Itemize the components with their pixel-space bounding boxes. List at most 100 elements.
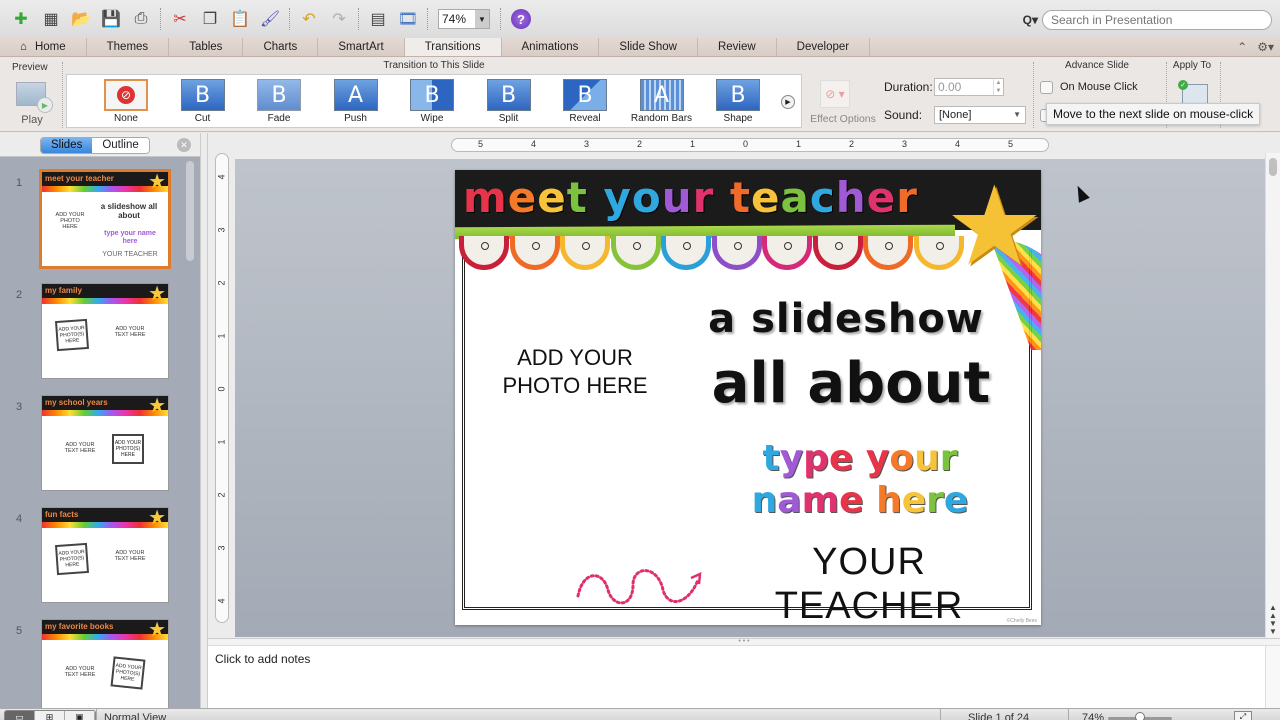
print-icon[interactable]: ⎙ (130, 8, 152, 30)
transition-none[interactable]: ⊘ None (91, 79, 161, 124)
tab-review[interactable]: Review (698, 38, 777, 56)
transition-shape[interactable]: B Shape (703, 79, 773, 124)
copy-icon[interactable]: ❐ (199, 8, 221, 30)
subtitle-line-2[interactable]: all about (701, 354, 1001, 414)
slide-layout-icon[interactable]: ▤ (367, 8, 389, 30)
slide-thumbnail-image[interactable]: fun facts ★ ADD YOUR PHOTO(S) HERE ADD YOUR… (41, 507, 169, 603)
scroll-thumb[interactable] (1269, 158, 1277, 176)
on-mouse-click-checkbox[interactable] (1040, 81, 1053, 94)
open-icon[interactable]: 📂 (70, 8, 92, 30)
status-separator (1068, 709, 1069, 720)
play-button[interactable]: ▶ (16, 82, 53, 113)
transition-preview-icon: B (716, 79, 760, 111)
tab-transitions[interactable]: Transitions (404, 38, 502, 56)
slide-thumbnail[interactable]: 5 my favorite books ★ ADD YOUR TEXT HERE ADD… (0, 619, 184, 708)
teacher-label[interactable]: YOUR TEACHER (719, 540, 1019, 625)
sound-value: [None] (939, 109, 972, 121)
save-icon[interactable]: 💾 (100, 8, 122, 30)
cut-icon[interactable]: ✂ (169, 8, 191, 30)
slide-thumbnail[interactable]: 2 my family ★ ADD YOUR PHOTO(S) HERE ADD YOU… (0, 283, 184, 383)
effect-options-button[interactable]: ⊘ ▾ Effect Options (806, 74, 880, 125)
transition-split[interactable]: B Split (474, 79, 544, 124)
slide-show-button[interactable]: ▣ (65, 711, 95, 720)
slide-thumbnail-image[interactable]: my family ★ ADD YOUR PHOTO(S) HERE ADD YOUR… (41, 283, 169, 379)
tab-slide-show[interactable]: Slide Show (599, 38, 698, 56)
transition-random-bars[interactable]: A Random Bars (627, 79, 697, 124)
search-input[interactable] (1042, 10, 1272, 30)
undo-icon[interactable]: ↶ (298, 8, 320, 30)
slide-position: Slide 1 of 24 (968, 712, 1030, 720)
title-letter: e (507, 173, 538, 222)
tab-label: SmartArt (338, 41, 384, 53)
sound-select[interactable]: [None] ▼ (934, 106, 1026, 124)
tab-animations[interactable]: Animations (502, 38, 600, 56)
subtitle-line-1[interactable]: a slideshow (701, 296, 991, 342)
fit-to-window-button[interactable]: ⤢ (1234, 711, 1252, 720)
ruler-tick-label: 2 (637, 139, 643, 149)
tab-smartart[interactable]: SmartArt (318, 38, 405, 56)
slide-thumbnail[interactable]: 3 my school years ★ ADD YOUR TEXT HERE ADD Y… (0, 395, 184, 495)
photo-placeholder[interactable]: ADD YOUR PHOTO HERE (495, 344, 655, 400)
slides-panel: Slides Outline ✕ 1 meet your teacher ★ ADD … (0, 133, 200, 708)
notes-placeholder[interactable]: Click to add notes (215, 652, 310, 666)
gear-icon[interactable]: ⚙▾ (1257, 40, 1274, 54)
transition-reveal[interactable]: B Reveal (550, 79, 620, 124)
search-icon[interactable]: Q▾ (1023, 13, 1038, 27)
notes-pane[interactable]: Click to add notes (208, 646, 1280, 708)
close-icon[interactable]: ✕ (177, 138, 191, 152)
scallop-decoration (762, 236, 812, 270)
duration-stepper[interactable]: ▲ ▼ (993, 79, 1003, 95)
normal-view-button[interactable]: ▭ (5, 711, 35, 720)
title-letter: r (939, 438, 958, 479)
duration-value: 0.00 (938, 80, 962, 94)
help-icon[interactable]: ? (511, 9, 531, 29)
slide-thumbnail[interactable]: 4 fun facts ★ ADD YOUR PHOTO(S) HERE ADD YOU… (0, 507, 184, 607)
effect-options-label: Effect Options (810, 113, 876, 125)
play-icon: ▶ (37, 97, 53, 113)
transition-fade[interactable]: B Fade (244, 79, 314, 124)
name-placeholder-line-1[interactable]: type your (735, 438, 985, 480)
duration-field[interactable]: 0.00 ▲ ▼ (934, 78, 1004, 96)
zoom-select[interactable]: 74% ▼ (438, 9, 490, 29)
ribbon-collapse-and-settings[interactable]: ⌃ ⚙▾ (1237, 38, 1274, 57)
collapse-ribbon-icon[interactable]: ⌃ (1237, 40, 1247, 54)
slide-thumbnail-image[interactable]: my favorite books ★ ADD YOUR TEXT HERE ADD … (41, 619, 169, 708)
name-placeholder-line-2[interactable]: name here (735, 480, 985, 522)
tab-tables[interactable]: Tables (169, 38, 244, 56)
transition-wipe[interactable]: B Wipe (397, 79, 467, 124)
thumb-text: a slideshow all about (100, 202, 158, 220)
tab-outline[interactable]: Outline (92, 138, 149, 153)
transition-push[interactable]: A Push (321, 79, 391, 124)
redo-icon[interactable]: ↷ (328, 8, 350, 30)
slide-thumbnail[interactable]: 1 meet your teacher ★ ADD YOUR PHOTO HERE a … (0, 169, 184, 271)
transition-preview-icon: B (410, 79, 454, 111)
scroll-arrows[interactable]: ▲ ▲ ▼ ▼ (1268, 604, 1278, 636)
gallery-next-button[interactable]: ▶ (781, 95, 795, 109)
slide-thumbnail-image[interactable]: meet your teacher ★ ADD YOUR PHOTO HERE a s… (39, 169, 171, 269)
tab-themes[interactable]: Themes (87, 38, 170, 56)
editor-scrollbar[interactable]: ▲ ▲ ▼ ▼ (1265, 153, 1280, 638)
notes-splitter[interactable]: • • • (208, 638, 1280, 646)
panel-splitter[interactable] (200, 133, 208, 708)
chevron-down-icon[interactable]: ▼ (475, 10, 489, 28)
slide-thumbnail-image[interactable]: my school years ★ ADD YOUR TEXT HERE ADD YO… (41, 395, 169, 491)
paste-icon[interactable]: 📋 (229, 8, 251, 30)
format-painter-icon[interactable]: 🖌 (259, 8, 281, 30)
tab-slides[interactable]: Slides (41, 138, 93, 153)
thumb-photo-box: ADD YOUR PHOTO(S) HERE (54, 318, 90, 352)
transition-cut[interactable]: B Cut (168, 79, 238, 124)
current-slide[interactable]: meet your teacher ★ ADD YOUR PHOTO HERE … (455, 170, 1041, 625)
gallery-icon[interactable]: ▦ (40, 8, 62, 30)
tab-developer[interactable]: Developer (777, 38, 871, 56)
new-presentation-icon[interactable]: ✚ (10, 8, 32, 30)
slide-sorter-button[interactable]: ⊞ (35, 711, 65, 720)
notes-scrollbar[interactable] (1265, 646, 1280, 708)
tab-home[interactable]: ⌂ Home (0, 38, 87, 56)
tab-charts[interactable]: Charts (243, 38, 319, 56)
zoom-slider-knob[interactable] (1135, 712, 1145, 720)
slides-panel-scrollbar[interactable] (186, 161, 194, 261)
slide-title[interactable]: meet your teacher (463, 172, 918, 224)
media-icon[interactable]: 🎞 (397, 8, 419, 30)
search-box: Q▾ (1023, 10, 1272, 30)
checkmark-icon: ✓ (1178, 80, 1188, 90)
